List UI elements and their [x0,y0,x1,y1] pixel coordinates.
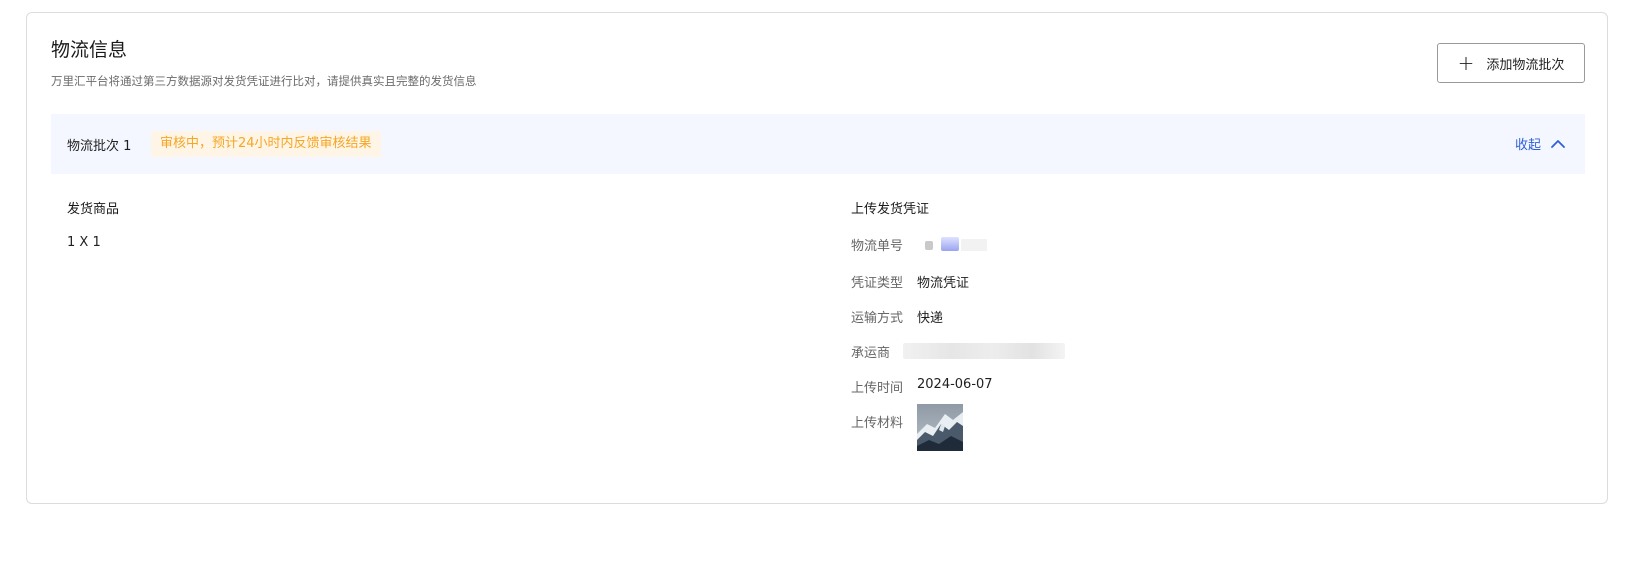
collapse-button[interactable]: 收起 [1515,134,1565,153]
materials-row: 上传材料 [851,404,963,451]
carrier-redacted [903,343,1065,359]
upload-voucher-title: 上传发货凭证 [851,202,930,217]
logistics-info-card: 物流信息 万里汇平台将通过第三方数据源对发货凭证进行比对，请提供真实且完整的发货… [26,12,1608,504]
tracking-number-redacted [917,235,987,253]
carrier-row: 承运商 [851,342,1065,361]
upload-time-value: 2024-06-07 [917,377,993,392]
voucher-type-label: 凭证类型 [851,276,904,291]
shipped-goods-value: 1 X 1 [67,235,101,250]
upload-time-row: 上传时间 2024-06-07 [851,377,993,396]
status-badge: 审核中，预计24小时内反馈审核结果 [151,131,381,157]
add-logistics-batch-label: 添加物流批次 [1486,57,1565,73]
material-thumbnail[interactable] [917,404,963,451]
transport-method-label: 运输方式 [851,311,904,326]
voucher-type-row: 凭证类型 物流凭证 [851,272,969,291]
plus-icon: + [1457,51,1475,75]
chevron-up-icon [1551,139,1565,149]
collapse-label: 收起 [1514,138,1541,153]
upload-voucher-section: 上传发货凭证 物流单号 凭证类型 物流凭证 运输方式 快递 承运商 上传时间 2… [851,198,1351,451]
carrier-label: 承运商 [851,346,891,361]
tracking-number-row: 物流单号 [851,235,987,254]
voucher-type-value: 物流凭证 [917,276,970,291]
tracking-number-label: 物流单号 [851,239,904,254]
batch-title: 物流批次 1 [67,139,132,154]
add-logistics-batch-button[interactable]: + 添加物流批次 [1437,43,1585,83]
page-title: 物流信息 [51,39,128,61]
transport-method-value: 快递 [917,311,944,326]
logistics-batch-header: 物流批次 1 审核中，预计24小时内反馈审核结果 收起 [51,114,1585,174]
shipped-goods-title: 发货商品 [67,202,120,217]
page-subtitle: 万里汇平台将通过第三方数据源对发货凭证进行比对，请提供真实且完整的发货信息 [51,74,477,88]
transport-method-row: 运输方式 快递 [851,307,943,326]
mountain-photo-thumbnail [917,404,963,451]
materials-label: 上传材料 [851,416,904,431]
upload-time-label: 上传时间 [851,381,904,396]
